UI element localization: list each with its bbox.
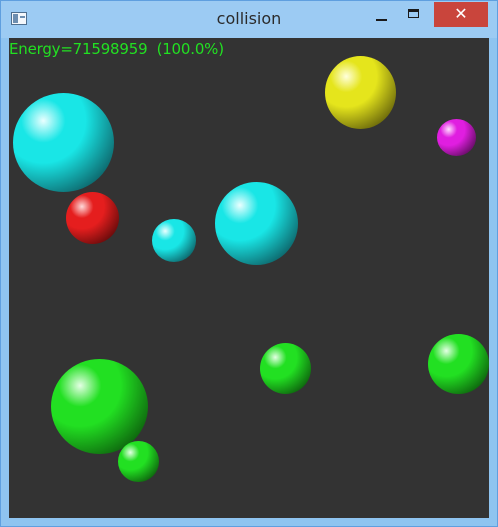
magenta-ball <box>437 119 476 156</box>
maximize-icon <box>408 9 419 18</box>
minimize-button[interactable] <box>369 2 395 28</box>
window-title: collision <box>216 9 282 28</box>
cyan-ball-large <box>13 93 114 192</box>
title-bar[interactable]: collision ✕ <box>1 1 497 38</box>
green-ball-small <box>118 441 159 482</box>
green-ball-right <box>428 334 489 394</box>
cyan-ball-small <box>152 219 196 262</box>
close-icon: ✕ <box>454 4 468 23</box>
green-ball-large <box>51 359 148 454</box>
red-ball <box>66 192 119 244</box>
window-app-icon[interactable] <box>11 12 27 25</box>
green-ball-center <box>260 343 311 394</box>
minimize-icon <box>376 19 387 21</box>
cyan-ball-medium <box>215 182 298 265</box>
maximize-button[interactable] <box>400 2 428 28</box>
simulation-canvas[interactable]: Energy=71598959 (100.0%) <box>9 38 489 518</box>
close-button[interactable]: ✕ <box>434 2 488 27</box>
energy-readout: Energy=71598959 (100.0%) <box>9 40 224 58</box>
app-window: collision ✕ Energy=71598959 (100.0%) <box>0 0 498 527</box>
yellow-ball <box>325 56 396 129</box>
